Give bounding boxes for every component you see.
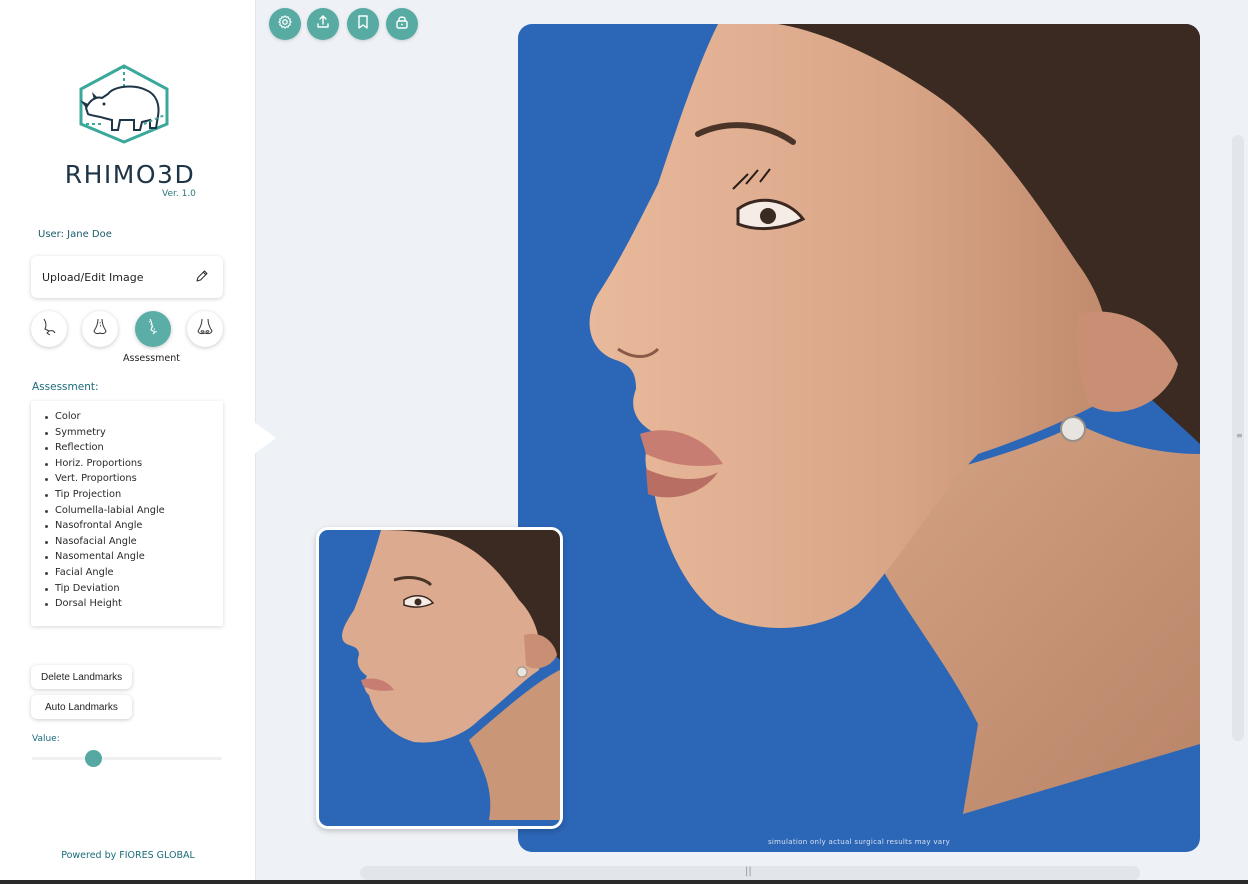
sidebar-notch — [254, 422, 276, 454]
assessment-item[interactable]: Horiz. Proportions — [45, 456, 223, 472]
tool-nose-front[interactable] — [82, 311, 118, 347]
tool-nose-base[interactable] — [187, 311, 223, 347]
bookmark-icon — [355, 14, 371, 34]
assessment-list: Color Symmetry Reflection Horiz. Proportion… — [31, 401, 223, 626]
settings-button[interactable] — [269, 8, 301, 40]
tool-nose-profile[interactable] — [31, 311, 67, 347]
pencil-icon — [195, 269, 209, 286]
nose-front-icon — [89, 316, 111, 342]
lock-icon — [394, 14, 410, 34]
assessment-item[interactable]: Vert. Proportions — [45, 471, 223, 487]
assessment-item[interactable]: Dorsal Height — [45, 596, 223, 612]
assessment-item[interactable]: Facial Angle — [45, 565, 223, 581]
value-slider-track[interactable] — [32, 757, 222, 760]
assessment-item[interactable]: Color — [45, 409, 223, 425]
thumbnail-face-illustration — [342, 530, 560, 820]
assessment-item[interactable]: Tip Deviation — [45, 581, 223, 597]
settings-icon — [277, 14, 293, 34]
assessment-item[interactable]: Tip Projection — [45, 487, 223, 503]
powered-by: Powered by FIORES GLOBAL — [61, 850, 195, 861]
thumbnail-preview-image[interactable] — [316, 527, 563, 829]
assessment-item[interactable]: Columella-labial Angle — [45, 503, 223, 519]
app-title: RHIMO3D — [64, 160, 196, 189]
bookmark-button[interactable] — [347, 8, 379, 40]
assessment-item[interactable]: Nasofacial Angle — [45, 534, 223, 550]
assessment-item[interactable]: Reflection — [45, 440, 223, 456]
image-disclaimer: simulation only actual surgical results … — [767, 838, 951, 846]
nose-profile-icon — [38, 316, 60, 342]
assessment-item[interactable]: Nasomental Angle — [45, 549, 223, 565]
app-version: Ver. 1.0 — [162, 189, 196, 199]
active-tool-label: Assessment — [123, 353, 180, 364]
vertical-scroll-grip-icon[interactable]: ≡ — [1236, 432, 1243, 440]
window-bottom-edge — [0, 880, 1248, 884]
nose-assessment-icon — [142, 316, 164, 342]
upload-button[interactable] — [307, 8, 339, 40]
assessment-item[interactable]: Symmetry — [45, 425, 223, 441]
assessment-item[interactable]: Nasofrontal Angle — [45, 518, 223, 534]
analysis-tool-row: Assessment — [31, 311, 225, 371]
face-profile-illustration — [589, 24, 1200, 814]
assessment-heading: Assessment: — [32, 381, 99, 393]
upload-edit-image-label: Upload/Edit Image — [42, 270, 144, 284]
user-label: User: Jane Doe — [38, 229, 112, 240]
lock-button[interactable] — [386, 8, 418, 40]
rhino-logo — [74, 64, 174, 144]
upload-edit-image-button[interactable]: Upload/Edit Image — [31, 256, 223, 298]
sidebar: RHIMO3D Ver. 1.0 User: Jane Doe Upload/E… — [0, 0, 256, 884]
horizontal-scroll-grip-icon[interactable]: || — [745, 866, 752, 877]
tool-nose-assessment[interactable] — [135, 311, 171, 347]
upload-icon — [315, 14, 331, 34]
value-label: Value: — [32, 734, 60, 744]
auto-landmarks-button[interactable]: Auto Landmarks — [31, 695, 132, 719]
main-profile-image[interactable]: simulation only actual surgical results … — [518, 24, 1200, 852]
value-slider-thumb[interactable] — [84, 750, 102, 767]
nose-base-icon — [194, 316, 216, 342]
delete-landmarks-button[interactable]: Delete Landmarks — [31, 665, 133, 689]
